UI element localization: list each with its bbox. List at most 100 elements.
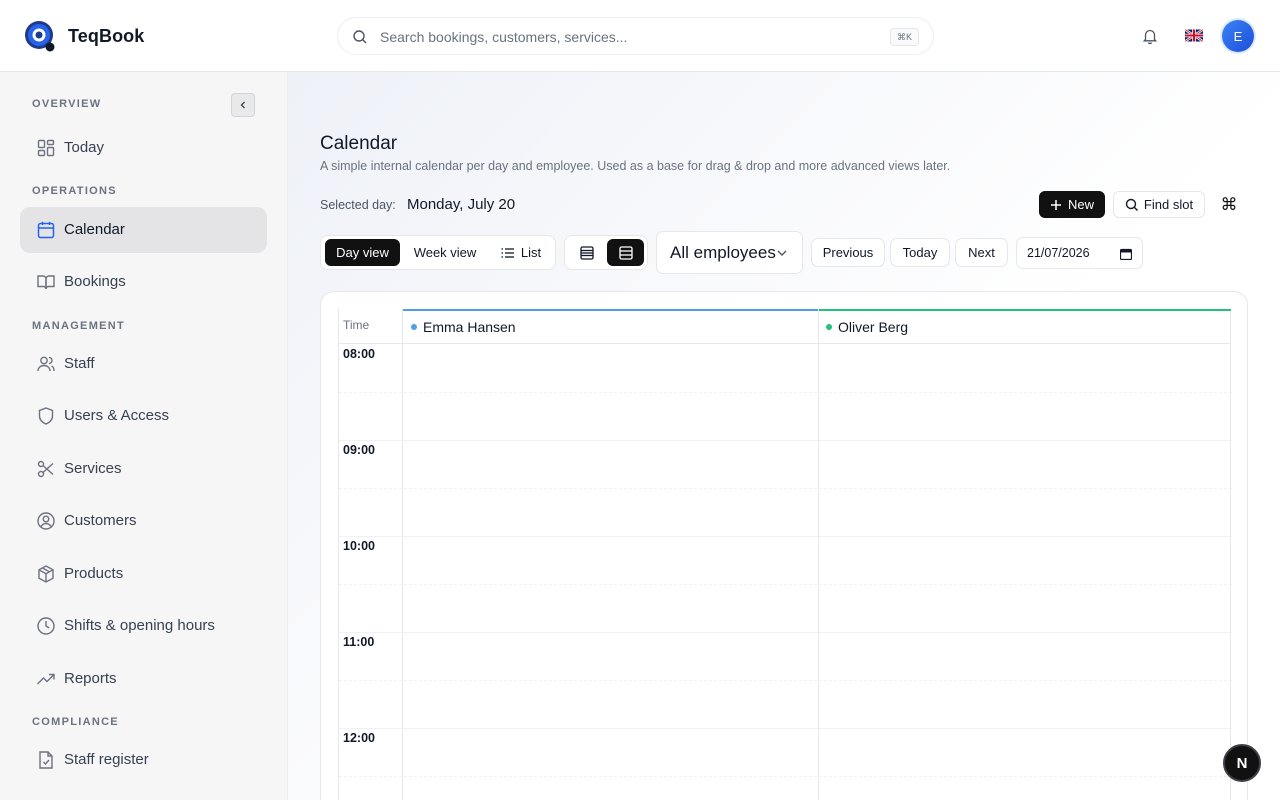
search-input[interactable] [380,26,850,48]
sidebar: OVERVIEW Today OPERATIONS Calendar Booki… [0,72,288,800]
half-hour-line [339,584,1232,585]
employee-column-header[interactable]: Oliver Berg [818,309,1231,344]
calendar-icon [36,220,56,240]
employee-color-dot [826,324,832,330]
brand[interactable]: TeqBook [24,18,144,54]
employee-filter-value: All employees [670,242,776,262]
section-compliance: COMPLIANCE [32,716,119,728]
collapse-sidebar-button[interactable] [231,93,255,117]
user-avatar[interactable]: E [1222,20,1254,52]
sidebar-item-users-access[interactable]: Users & Access [20,393,267,439]
selected-day-label: Selected day: [320,198,396,212]
next-day-button[interactable]: Next [955,238,1008,267]
new-booking-button[interactable]: New [1039,191,1105,218]
sidebar-item-label: Customers [64,512,137,529]
sidebar-item-services[interactable]: Services [20,446,267,492]
hour-label: 08:00 [343,347,375,361]
today-button[interactable]: Today [890,238,950,267]
find-slot-button[interactable]: Find slot [1113,191,1205,218]
day-grid: Time Emma Hansen Oliver Berg 08:00 09:00… [338,309,1232,800]
previous-day-button[interactable]: Previous [811,238,885,267]
half-hour-line [339,776,1232,777]
comfortable-density-button[interactable] [607,239,644,266]
hour-line [339,536,1232,537]
employee-filter-select[interactable]: All employees [656,231,803,274]
sidebar-item-products[interactable]: Products [20,551,267,597]
rows-compact-icon [579,245,594,260]
plus-icon [1050,199,1061,210]
hour-label: 11:00 [343,635,375,649]
sidebar-item-label: Staff [64,355,95,372]
section-management: MANAGEMENT [32,320,126,332]
sidebar-item-bookings[interactable]: Bookings [20,259,267,305]
sidebar-item-label: Today [64,139,105,156]
hour-label: 10:00 [343,539,375,553]
scissors-icon [36,459,56,479]
shield-icon [36,406,56,426]
column-divider [818,309,819,800]
sidebar-item-staff-register[interactable]: Staff register [20,737,267,783]
selected-day-value: Monday, July 20 [407,196,516,213]
rows-comfortable-icon [618,245,633,260]
calendar-icon [1120,248,1132,260]
search-icon [1125,198,1138,211]
sidebar-item-calendar[interactable]: Calendar [20,207,267,253]
page-title: Calendar [320,133,398,154]
command-icon[interactable]: ⌘ [1220,196,1238,214]
section-overview: OVERVIEW [32,98,102,110]
half-hour-line [339,680,1232,681]
sidebar-item-label: Reports [64,670,117,687]
chevron-down-icon [777,250,787,256]
sidebar-item-label: Staff register [64,751,149,768]
users-icon [36,354,56,374]
sidebar-item-label: Products [64,565,124,582]
search-icon [352,29,368,45]
uk-flag-icon[interactable] [1185,29,1203,42]
density-switcher [564,235,648,270]
half-hour-line [339,392,1232,393]
clock-icon [36,616,56,636]
trend-icon [36,669,56,689]
page-subtitle: A simple internal calendar per day and e… [320,159,951,173]
hour-label: 09:00 [343,443,375,457]
sidebar-item-label: Services [64,460,122,477]
new-label: New [1067,197,1094,212]
hour-line [339,632,1232,633]
hour-line [339,728,1232,729]
date-picker-input[interactable]: 21/07/2026 [1016,237,1143,269]
hour-label: 12:00 [343,731,375,745]
box-icon [36,564,56,584]
top-bar: TeqBook ⌘K E [0,0,1280,72]
sidebar-item-staff[interactable]: Staff [20,341,267,387]
hour-line [339,440,1232,441]
employee-name: Oliver Berg [838,319,909,335]
app-name: TeqBook [68,25,145,46]
sidebar-item-reports[interactable]: Reports [20,656,267,702]
sidebar-item-shifts[interactable]: Shifts & opening hours [20,603,267,649]
sidebar-item-label: Bookings [64,273,126,290]
main-content: Calendar A simple internal calendar per … [288,72,1280,800]
sidebar-item-label: Shifts & opening hours [64,617,215,634]
employee-color-dot [411,324,417,330]
employee-name: Emma Hansen [423,319,516,335]
sidebar-item-customers[interactable]: Customers [20,498,267,544]
find-slot-label: Find slot [1143,197,1194,212]
book-icon [36,272,56,292]
tab-week-view[interactable]: Week view [404,239,486,266]
tab-list-view[interactable]: List [491,239,551,266]
chevron-left-icon [240,101,245,109]
file-check-icon [36,750,56,770]
time-column-header: Time [339,309,403,344]
section-operations: OPERATIONS [32,185,117,197]
bell-icon[interactable] [1141,27,1159,45]
sidebar-item-label: Calendar [64,221,125,238]
user-circle-icon [36,511,56,531]
global-search[interactable]: ⌘K [337,17,934,55]
dev-tools-badge[interactable]: N [1223,744,1261,782]
date-value: 21/07/2026 [1027,246,1090,260]
sidebar-item-label: Users & Access [64,407,170,424]
sidebar-item-today[interactable]: Today [20,125,267,171]
tab-day-view[interactable]: Day view [325,239,400,266]
employee-column-header[interactable]: Emma Hansen [403,309,818,344]
compact-density-button[interactable] [568,239,605,266]
